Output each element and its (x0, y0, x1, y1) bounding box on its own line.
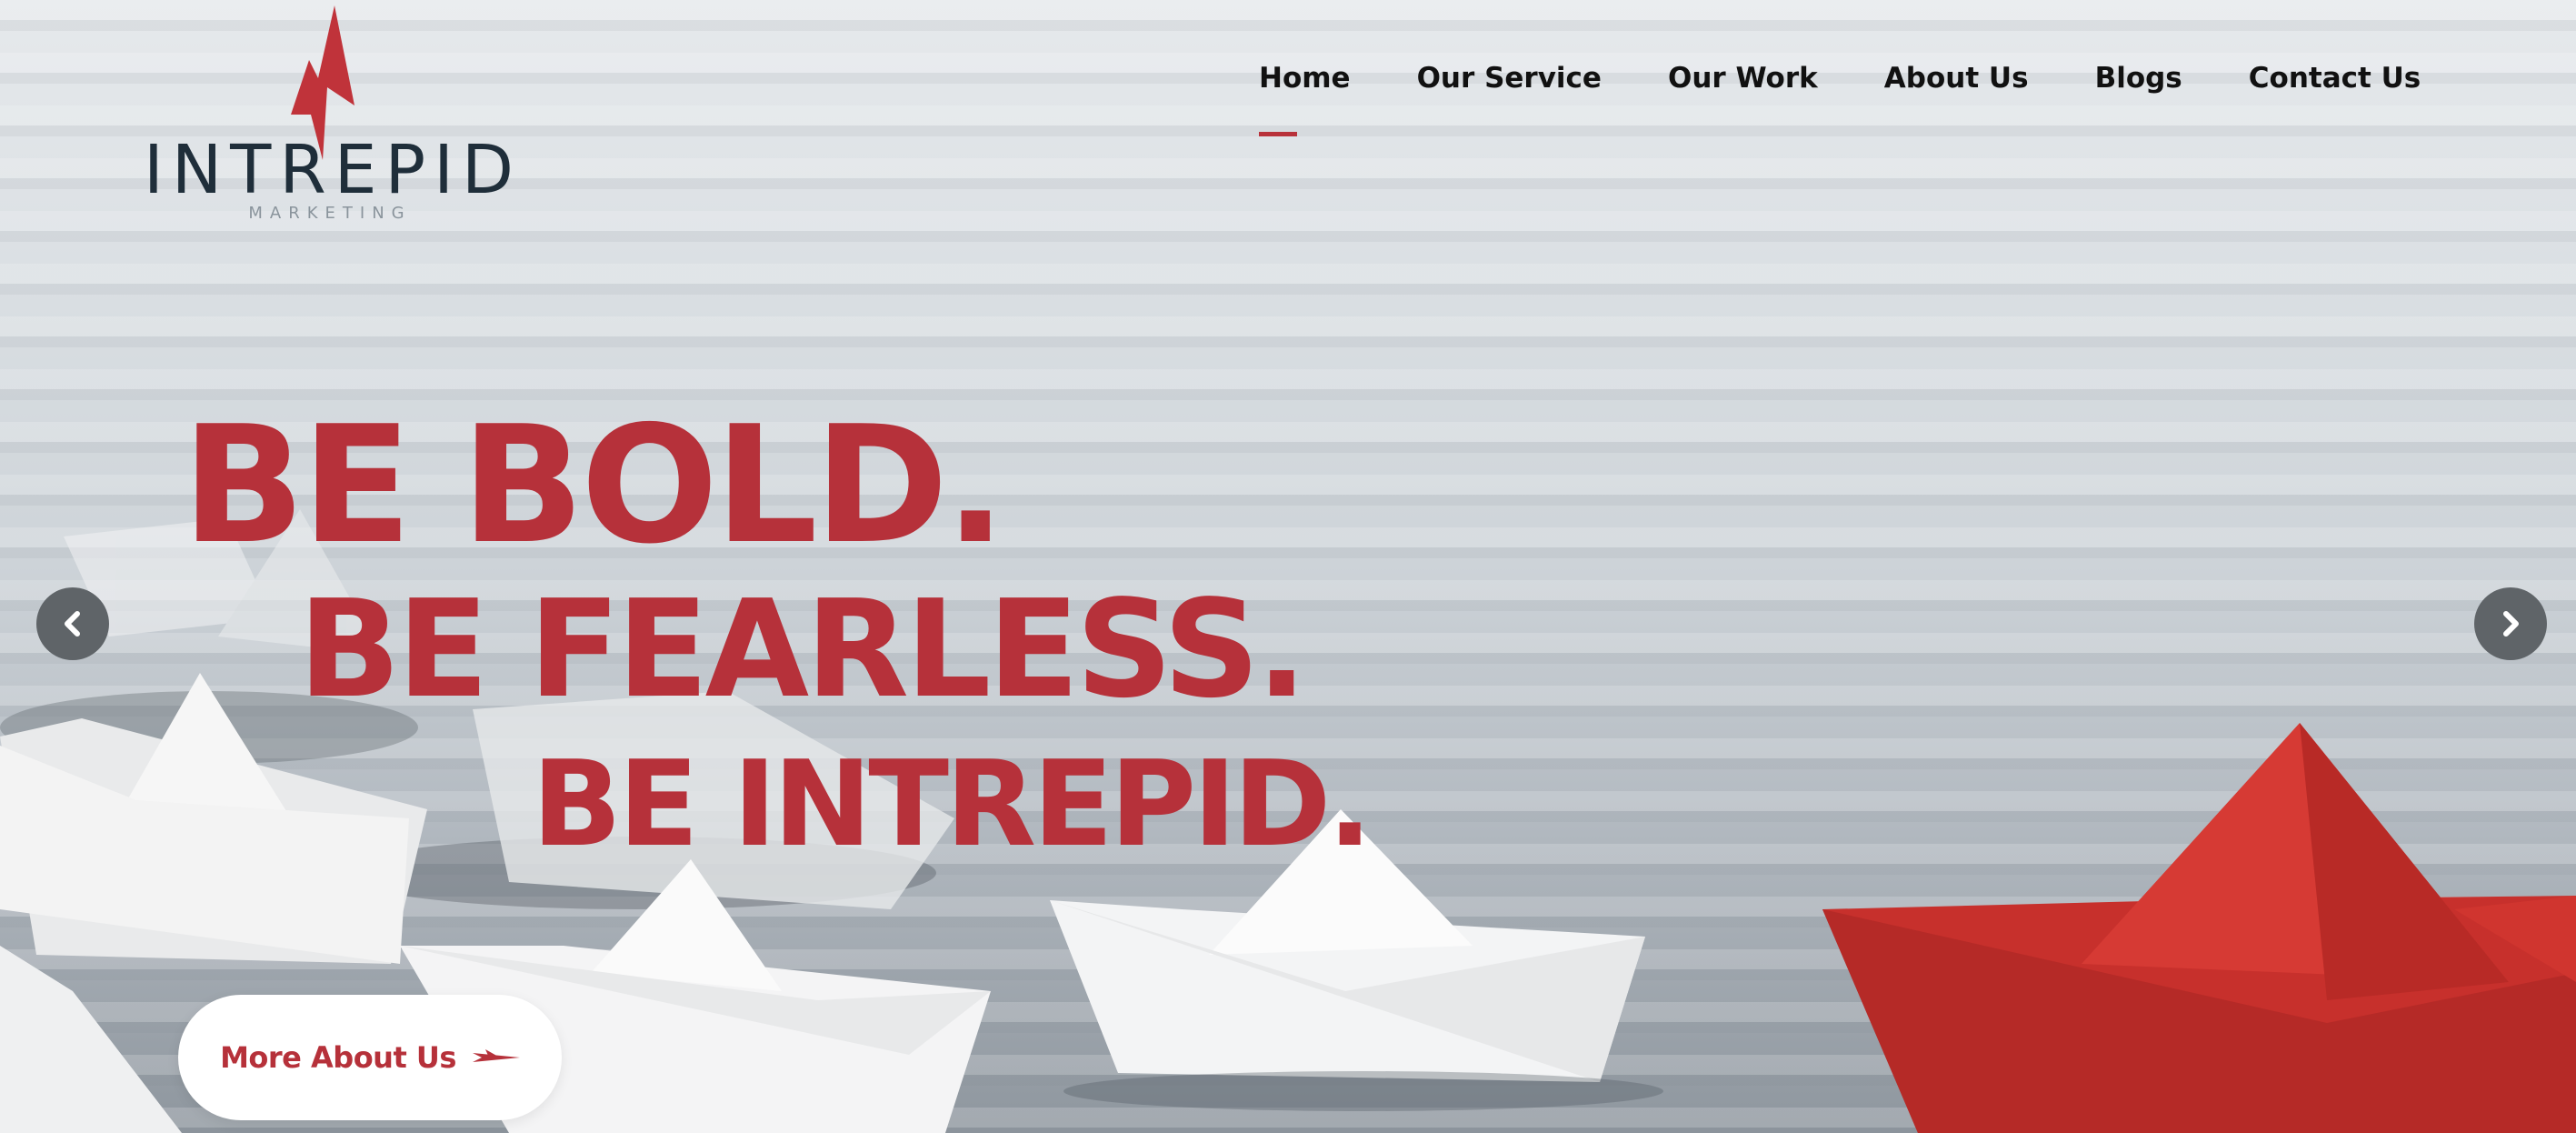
slider-next-button[interactable] (2474, 587, 2547, 660)
nav-item-label: Our Service (1416, 62, 1602, 95)
nav-item-about-us[interactable]: About Us (1884, 62, 2029, 95)
hero-headline-1: BE BOLD. (182, 391, 1006, 579)
logo-tagline: MARKETING (248, 204, 412, 223)
hero-section: INTREPID MARKETING Home Our Service Our … (0, 0, 2576, 1133)
nav-item-label: Our Work (1667, 62, 1818, 95)
slider-prev-button[interactable] (36, 587, 109, 660)
paper-plane-arrow-icon (472, 1049, 520, 1062)
more-about-us-button[interactable]: More About Us (178, 995, 562, 1120)
nav-item-label: Blogs (2094, 62, 2182, 95)
nav-active-indicator (1259, 132, 1297, 136)
more-about-us-label: More About Us (220, 1040, 456, 1075)
logo-name: INTREPID (144, 131, 522, 209)
hero-headline-3: BE INTREPID. (532, 735, 1373, 873)
chevron-right-icon (2503, 611, 2519, 637)
logo[interactable]: INTREPID MARKETING (144, 5, 522, 223)
nav-item-blogs[interactable]: Blogs (2095, 62, 2182, 95)
chevron-left-icon (65, 611, 80, 637)
nav-item-label: About Us (1883, 62, 2029, 95)
nav-item-label: Contact Us (2248, 62, 2421, 95)
nav-item-our-work[interactable]: Our Work (1668, 62, 1818, 95)
nav-item-our-service[interactable]: Our Service (1417, 62, 1602, 95)
nav-item-label: Home (1259, 62, 1351, 95)
hero-headline-2: BE FEARLESS. (298, 571, 1307, 727)
main-nav: Home Our Service Our Work About Us Blogs… (1259, 62, 2421, 136)
nav-item-home[interactable]: Home (1259, 62, 1351, 136)
nav-item-contact-us[interactable]: Contact Us (2249, 62, 2421, 95)
